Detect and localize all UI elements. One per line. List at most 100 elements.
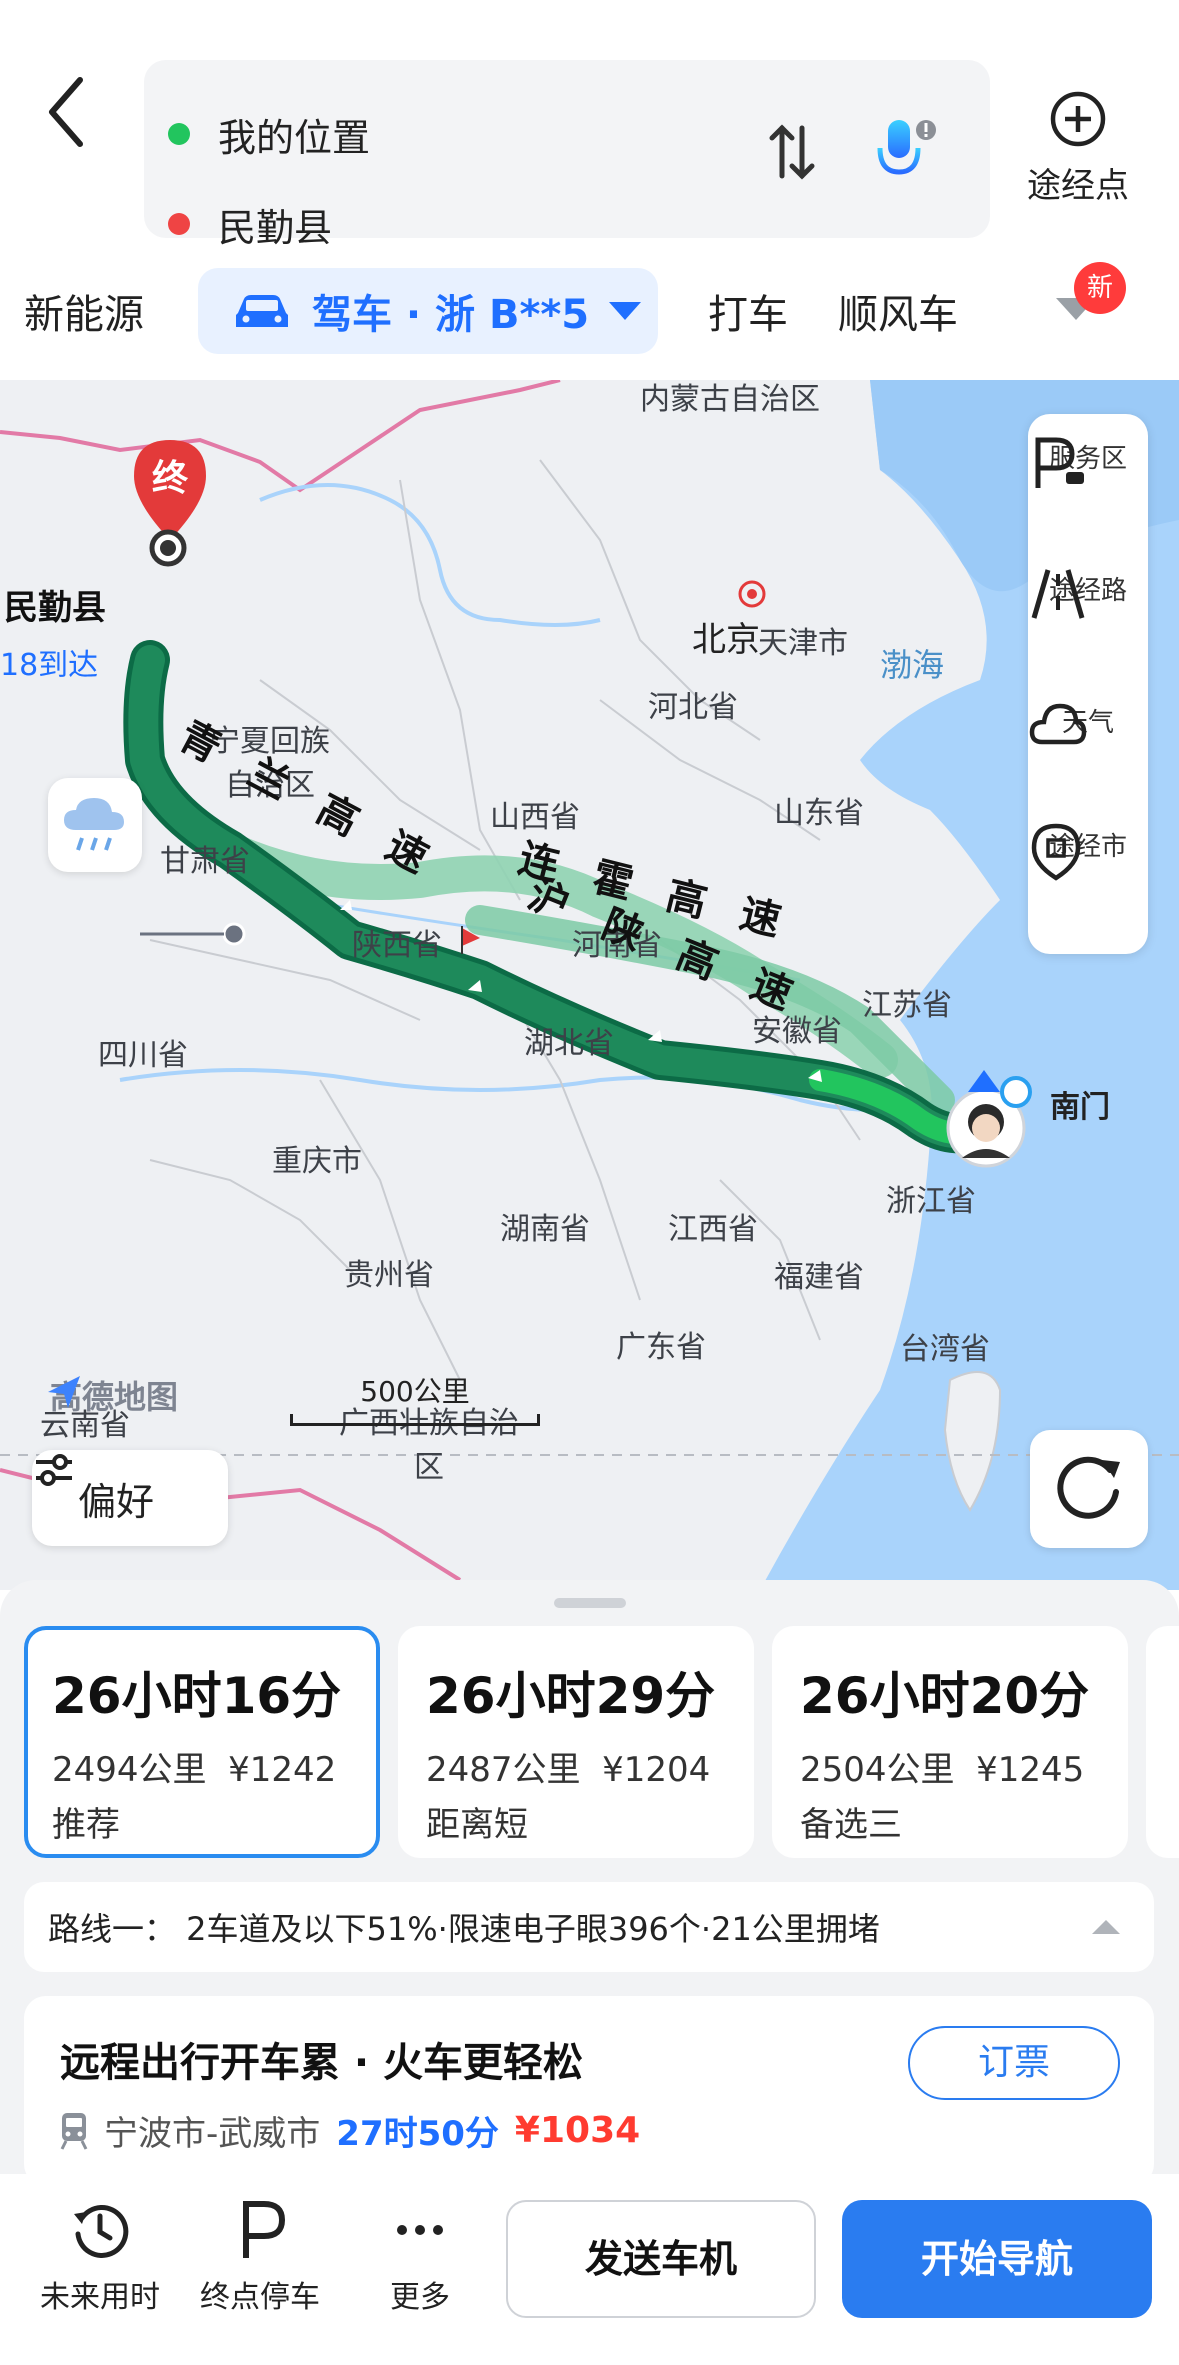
route-info-bar[interactable]: 路线一： 2车道及以下51%·限速电子眼396个·21公里拥堵 bbox=[24, 1882, 1154, 1972]
refresh-icon bbox=[1057, 1456, 1120, 1519]
train-title: 远程出行开车累 · 火车更轻松 bbox=[60, 2040, 584, 2086]
via-city-button[interactable]: 途经市 bbox=[1028, 822, 1148, 881]
scale-bar bbox=[290, 1414, 540, 1426]
route-tag: 备选三 bbox=[800, 1805, 902, 1845]
origin-text: 我的位置 bbox=[218, 115, 371, 160]
eta-label: 18到达 bbox=[0, 648, 99, 683]
more-dots-icon bbox=[397, 2225, 443, 2235]
route-distance-cost: 2504公里 ¥1245 bbox=[800, 1750, 1085, 1790]
map-scale: 500公里 bbox=[290, 1370, 540, 1426]
waypoint-label: 途经点 bbox=[1027, 166, 1129, 206]
rain-cloud-icon bbox=[64, 798, 124, 851]
sheet-grabber[interactable] bbox=[554, 1598, 626, 1608]
place-label: 江西省 bbox=[668, 1212, 758, 1247]
place-label: 北京 bbox=[692, 620, 760, 660]
new-badge: 新 bbox=[1074, 262, 1126, 314]
tab-drive[interactable]: 驾车 · 浙 B**5 bbox=[198, 268, 658, 354]
place-label: 四川省 bbox=[98, 1038, 188, 1073]
car-icon bbox=[236, 295, 288, 327]
tab-new-energy[interactable]: 新能源 bbox=[24, 282, 144, 340]
train-price: ¥1034 bbox=[514, 2110, 641, 2151]
place-label: 湖南省 bbox=[500, 1212, 590, 1247]
route-time: 26小时29分 bbox=[426, 1667, 716, 1725]
via-road-button[interactable]: 途经路 bbox=[1028, 566, 1148, 619]
train-info-row: 宁波市-武威市 27时50分 ¥1034 bbox=[60, 2106, 640, 2155]
future-time-label: 未来用时 bbox=[40, 2280, 160, 2315]
microphone-icon[interactable] bbox=[870, 114, 940, 184]
tab-carpool[interactable]: 顺风车 bbox=[838, 282, 958, 340]
book-ticket-button[interactable]: 订票 bbox=[908, 2026, 1120, 2100]
place-label: 贵州省 bbox=[344, 1258, 434, 1293]
route-info-text: 路线一： 2车道及以下51%·限速电子眼396个·21公里拥堵 bbox=[48, 1910, 880, 1948]
place-label: 甘肃省 bbox=[160, 844, 250, 879]
start-navigation-button[interactable]: 开始导航 bbox=[842, 2200, 1152, 2318]
chevron-up-icon bbox=[1092, 1920, 1120, 1934]
train-suggestion-card[interactable]: 远程出行开车累 · 火车更轻松 宁波市-武威市 27时50分 ¥1034 订票 bbox=[24, 1996, 1154, 2186]
route-distance-cost: 2494公里 ¥1242 bbox=[52, 1750, 337, 1790]
place-label: 河北省 bbox=[648, 690, 738, 725]
refresh-button[interactable] bbox=[1030, 1430, 1148, 1548]
route-map[interactable]: 终 内蒙古自治区 北京 天津市 河北省 渤海 宁夏回族自治区 甘肃省 山西省 山… bbox=[0, 380, 1179, 1590]
preference-button[interactable]: 偏好 bbox=[32, 1450, 228, 1546]
map-side-panel: 服务区 途经路 天气 途经市 bbox=[1028, 414, 1148, 954]
transport-mode-tabs: 新能源 驾车 · 浙 B**5 打车 顺风车 新 bbox=[0, 262, 1179, 354]
route-card-peek[interactable] bbox=[1146, 1626, 1179, 1858]
clock-icon bbox=[74, 2204, 129, 2258]
place-label: 台湾省 bbox=[900, 1332, 990, 1367]
origin-field[interactable]: 我的位置 bbox=[168, 104, 370, 164]
route-header: 我的位置 民勤县 途经点 新能源 驾车 · 浙 B**5 打车 顺风车 新 bbox=[0, 0, 1179, 380]
back-arrow-icon[interactable] bbox=[38, 72, 98, 152]
route-tag: 推荐 bbox=[52, 1805, 120, 1845]
route-distance-cost: 2487公里 ¥1204 bbox=[426, 1750, 711, 1790]
destination-marker-text: 终 bbox=[152, 458, 189, 499]
place-label: 天津市 bbox=[758, 626, 848, 661]
place-label: 江苏省 bbox=[862, 988, 952, 1023]
drive-tab-label: 驾车 · 浙 B**5 bbox=[312, 292, 590, 338]
service-area-button[interactable]: 服务区 bbox=[1028, 434, 1148, 488]
destination-text: 民勤县 bbox=[218, 205, 333, 250]
route-time: 26小时20分 bbox=[800, 1667, 1090, 1725]
train-duration: 27时50分 bbox=[336, 2114, 499, 2154]
place-label: 福建省 bbox=[774, 1260, 864, 1295]
future-time-button[interactable]: 未来用时 bbox=[30, 2198, 170, 2316]
road-icon bbox=[1031, 569, 1085, 619]
destination-map-label: 民勤县 bbox=[4, 588, 106, 628]
route-option-card[interactable]: 26小时29分 2487公里 ¥1204 距离短 bbox=[398, 1626, 754, 1858]
tab-taxi[interactable]: 打车 bbox=[708, 282, 788, 340]
place-label: 湖北省 bbox=[524, 1026, 614, 1061]
bottom-action-bar: 未来用时 终点停车 更多 发送车机 开始导航 bbox=[0, 2174, 1179, 2365]
start-poi-label: 南门 bbox=[1050, 1090, 1110, 1125]
origin-dot-icon bbox=[168, 123, 190, 145]
add-waypoint-button[interactable]: 途经点 bbox=[1018, 90, 1138, 207]
place-label: 内蒙古自治区 bbox=[640, 382, 820, 417]
route-tag: 距离短 bbox=[426, 1805, 528, 1845]
weather-toggle-button[interactable]: 天气 bbox=[1028, 698, 1148, 745]
send-to-car-button[interactable]: 发送车机 bbox=[506, 2200, 816, 2318]
city-pin-icon bbox=[1031, 823, 1081, 881]
swap-arrows-icon[interactable] bbox=[764, 120, 820, 184]
chevron-down-icon bbox=[609, 302, 642, 320]
place-label: 山东省 bbox=[774, 796, 864, 831]
route-option-card[interactable]: 26小时20分 2504公里 ¥1245 备选三 bbox=[772, 1626, 1128, 1858]
amap-logo: 高德地图 bbox=[44, 1372, 178, 1418]
plus-circle-icon bbox=[1050, 91, 1106, 147]
place-label: 重庆市 bbox=[272, 1144, 362, 1179]
place-label: 浙江省 bbox=[886, 1184, 976, 1219]
train-route: 宁波市-武威市 bbox=[104, 2114, 321, 2154]
parking-icon bbox=[243, 2201, 286, 2258]
route-option-card[interactable]: 26小时16分 2494公里 ¥1242 推荐 bbox=[24, 1626, 380, 1858]
destination-dot-icon bbox=[168, 213, 190, 235]
place-label: 陕西省 bbox=[352, 928, 442, 963]
destination-parking-button[interactable]: 终点停车 bbox=[190, 2198, 330, 2316]
preference-label: 偏好 bbox=[78, 1479, 155, 1524]
sea-label: 渤海 bbox=[880, 646, 945, 684]
route-time: 26小时16分 bbox=[52, 1667, 342, 1725]
rain-weather-button[interactable] bbox=[48, 778, 142, 872]
more-label: 更多 bbox=[390, 2280, 450, 2315]
train-icon bbox=[60, 2112, 88, 2150]
destination-field[interactable]: 民勤县 bbox=[168, 194, 332, 254]
more-button[interactable]: 更多 bbox=[350, 2198, 490, 2316]
sliders-icon bbox=[36, 1454, 72, 1486]
amap-logo-icon bbox=[48, 1376, 80, 1408]
route-input-box: 我的位置 民勤县 bbox=[144, 60, 990, 250]
